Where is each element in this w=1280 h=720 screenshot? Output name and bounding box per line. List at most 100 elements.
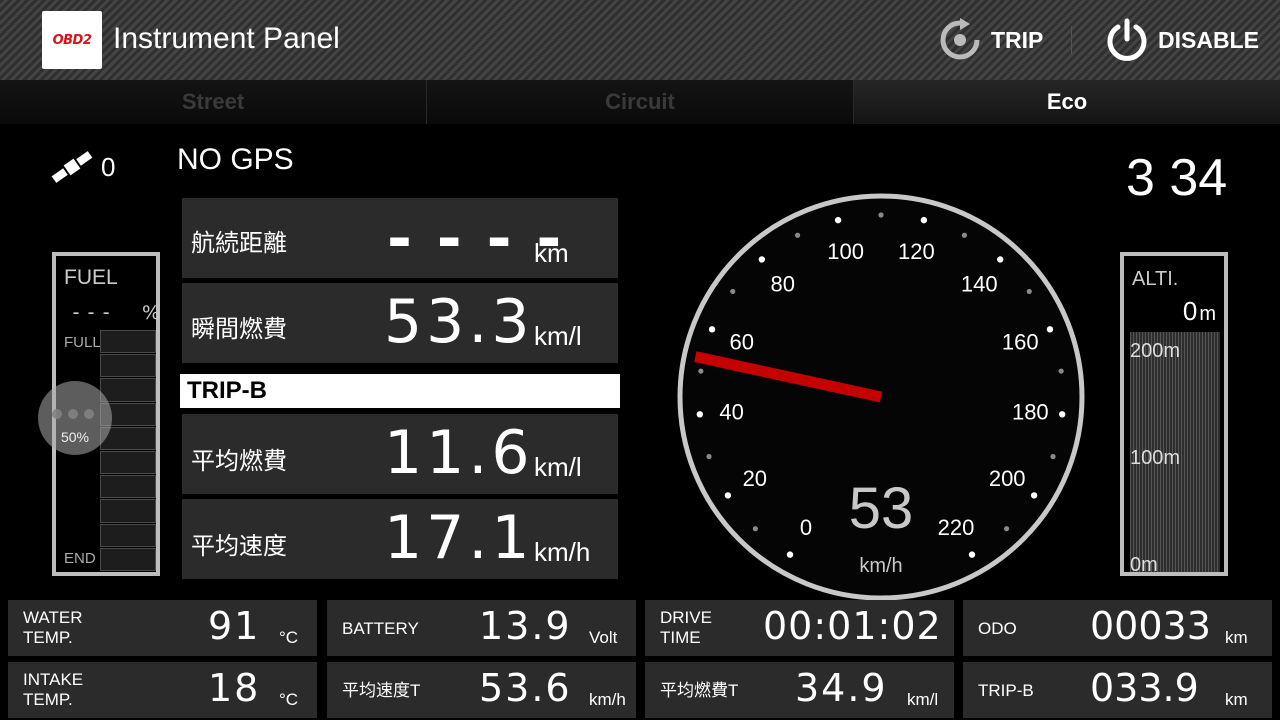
speedometer-tick-label: 120 <box>898 239 935 264</box>
satellite-icon <box>51 151 93 183</box>
speedometer-tick <box>698 368 704 374</box>
avg-speed-panel: 平均速度 17.1 km/h <box>182 499 618 579</box>
battery-unit: Volt <box>589 628 618 647</box>
mode-tabs: Street Circuit Eco <box>0 80 1280 124</box>
satellite-count: 0 <box>101 152 116 182</box>
water-temp-tile: WATER TEMP. 91 °C <box>8 600 317 656</box>
speedometer-tick <box>920 216 928 224</box>
app-title: Instrument Panel <box>113 22 340 55</box>
fuel-segment <box>100 354 156 378</box>
speedometer-tick <box>752 526 759 532</box>
fuel-segment <box>100 499 156 523</box>
odo-label: ODO <box>978 619 1017 638</box>
avg-speed-unit: km/h <box>534 537 591 567</box>
avg-speed-t-unit: km/h <box>589 690 626 709</box>
app-header: OBD2 Instrument Panel TRIP DISABLE <box>0 0 1280 80</box>
speed-unit: km/h <box>859 555 902 577</box>
fuel-end-label: END <box>64 550 96 567</box>
intake-temp-label-line2: TEMP. <box>23 690 73 709</box>
fuel-handle-percent: 50% <box>60 429 90 445</box>
fuel-level-handle[interactable]: 50% <box>38 381 112 455</box>
odo-value: 00033 <box>1090 604 1211 648</box>
water-temp-label-line2: TEMP. <box>23 628 73 647</box>
speed-readout: 53 <box>849 476 914 541</box>
range-panel: 航続距離 - - - - km <box>182 198 618 278</box>
speedometer-tick-label: 160 <box>1002 329 1039 354</box>
speedometer-tick-label: 200 <box>989 466 1026 491</box>
drag-dots-icon <box>52 409 94 419</box>
tab-street[interactable]: Street <box>0 80 427 124</box>
avg-economy-t-value: 34.9 <box>795 666 888 710</box>
trip-b-tile: TRIP-B 033.9 km <box>963 662 1272 718</box>
speedometer-tick <box>1058 368 1064 374</box>
speedometer-tick <box>1030 492 1038 499</box>
fuel-full-label: FULL <box>64 334 101 351</box>
trip-button-label: TRIP <box>991 26 1044 53</box>
altitude-value-wrap: 0m <box>1183 296 1216 327</box>
speedometer-tick-label: 220 <box>938 515 975 540</box>
avg-speed-label: 平均速度 <box>191 532 287 560</box>
intake-temp-value: 18 <box>208 666 261 710</box>
speedometer-tick <box>1046 326 1054 333</box>
fuel-segment <box>100 547 156 572</box>
speedometer-tick <box>730 288 736 295</box>
instant-economy-value: 53.3 <box>384 287 534 357</box>
avg-economy-value: 11.6 <box>384 418 534 488</box>
speedometer-tick <box>706 453 712 460</box>
battery-tile: BATTERY 13.9 Volt <box>327 600 636 656</box>
avg-speed-t-value: 53.6 <box>479 666 572 710</box>
avg-economy-panel: 平均燃費 11.6 km/l <box>182 414 618 494</box>
instant-economy-unit: km/l <box>534 321 582 351</box>
trip-b-unit: km <box>1225 690 1248 709</box>
fuel-segment <box>100 523 156 547</box>
trip-b-section-header: TRIP-B <box>180 374 620 408</box>
trip-reset-button[interactable]: TRIP <box>937 16 1043 64</box>
range-label: 航続距離 <box>191 229 287 257</box>
battery-value: 13.9 <box>479 604 572 648</box>
avg-economy-unit: km/l <box>534 452 582 482</box>
range-unit: km <box>534 238 569 268</box>
tab-eco[interactable]: Eco <box>854 80 1280 124</box>
trip-b-label: TRIP-B <box>978 681 1034 700</box>
speedometer-tick <box>961 232 967 238</box>
avg-speed-value: 17.1 <box>384 503 534 573</box>
clock: 3 34 <box>1126 149 1228 207</box>
obd2-logo: OBD2 <box>42 11 102 69</box>
reset-icon <box>940 18 980 60</box>
speedometer-tick <box>1003 526 1010 532</box>
speedometer-tick <box>878 212 884 218</box>
drive-time-tile: DRIVE TIME 00:01:02 <box>645 600 954 656</box>
disable-button-label: DISABLE <box>1158 26 1259 53</box>
speedometer-tick-label: 60 <box>730 329 754 354</box>
fuel-segment <box>100 330 156 354</box>
battery-label: BATTERY <box>342 619 419 638</box>
fuel-segment <box>100 378 156 402</box>
altitude-title: ALTI. <box>1132 268 1179 290</box>
speedometer-tick-label: 140 <box>961 272 998 297</box>
disable-button[interactable]: DISABLE <box>1104 16 1259 64</box>
altitude-gauge: ALTI. 0m 200m 100m 0m <box>1120 252 1228 576</box>
drive-time-value: 00:01:02 <box>763 604 942 648</box>
gps-status: NO GPS <box>177 143 294 176</box>
speedometer-tick <box>996 256 1004 263</box>
tab-circuit[interactable]: Circuit <box>427 80 854 124</box>
speedometer-tick <box>1026 288 1032 295</box>
speedometer-tick <box>708 326 716 333</box>
instant-economy-label: 瞬間燃費 <box>191 315 287 343</box>
fuel-segment <box>100 475 156 499</box>
speedometer-tick <box>696 411 704 418</box>
intake-temp-label: INTAKE TEMP. <box>23 670 83 710</box>
altitude-label-100: 100m <box>1130 447 1181 469</box>
speedometer-tick-label: 20 <box>743 466 767 491</box>
speedometer-tick <box>1058 411 1066 418</box>
speedometer-tick <box>834 216 842 224</box>
altitude-label-0: 0m <box>1130 554 1158 576</box>
avg-speed-t-tile: 平均速度T 53.6 km/h <box>327 662 636 718</box>
fuel-value: --- <box>70 300 116 324</box>
speedometer-tick <box>968 551 976 558</box>
power-icon <box>1107 18 1147 61</box>
water-temp-unit: °C <box>279 628 299 647</box>
speedometer-tick-label: 80 <box>771 272 795 297</box>
instant-economy-panel: 瞬間燃費 53.3 km/l <box>182 283 618 363</box>
speedometer-tick <box>724 492 732 499</box>
